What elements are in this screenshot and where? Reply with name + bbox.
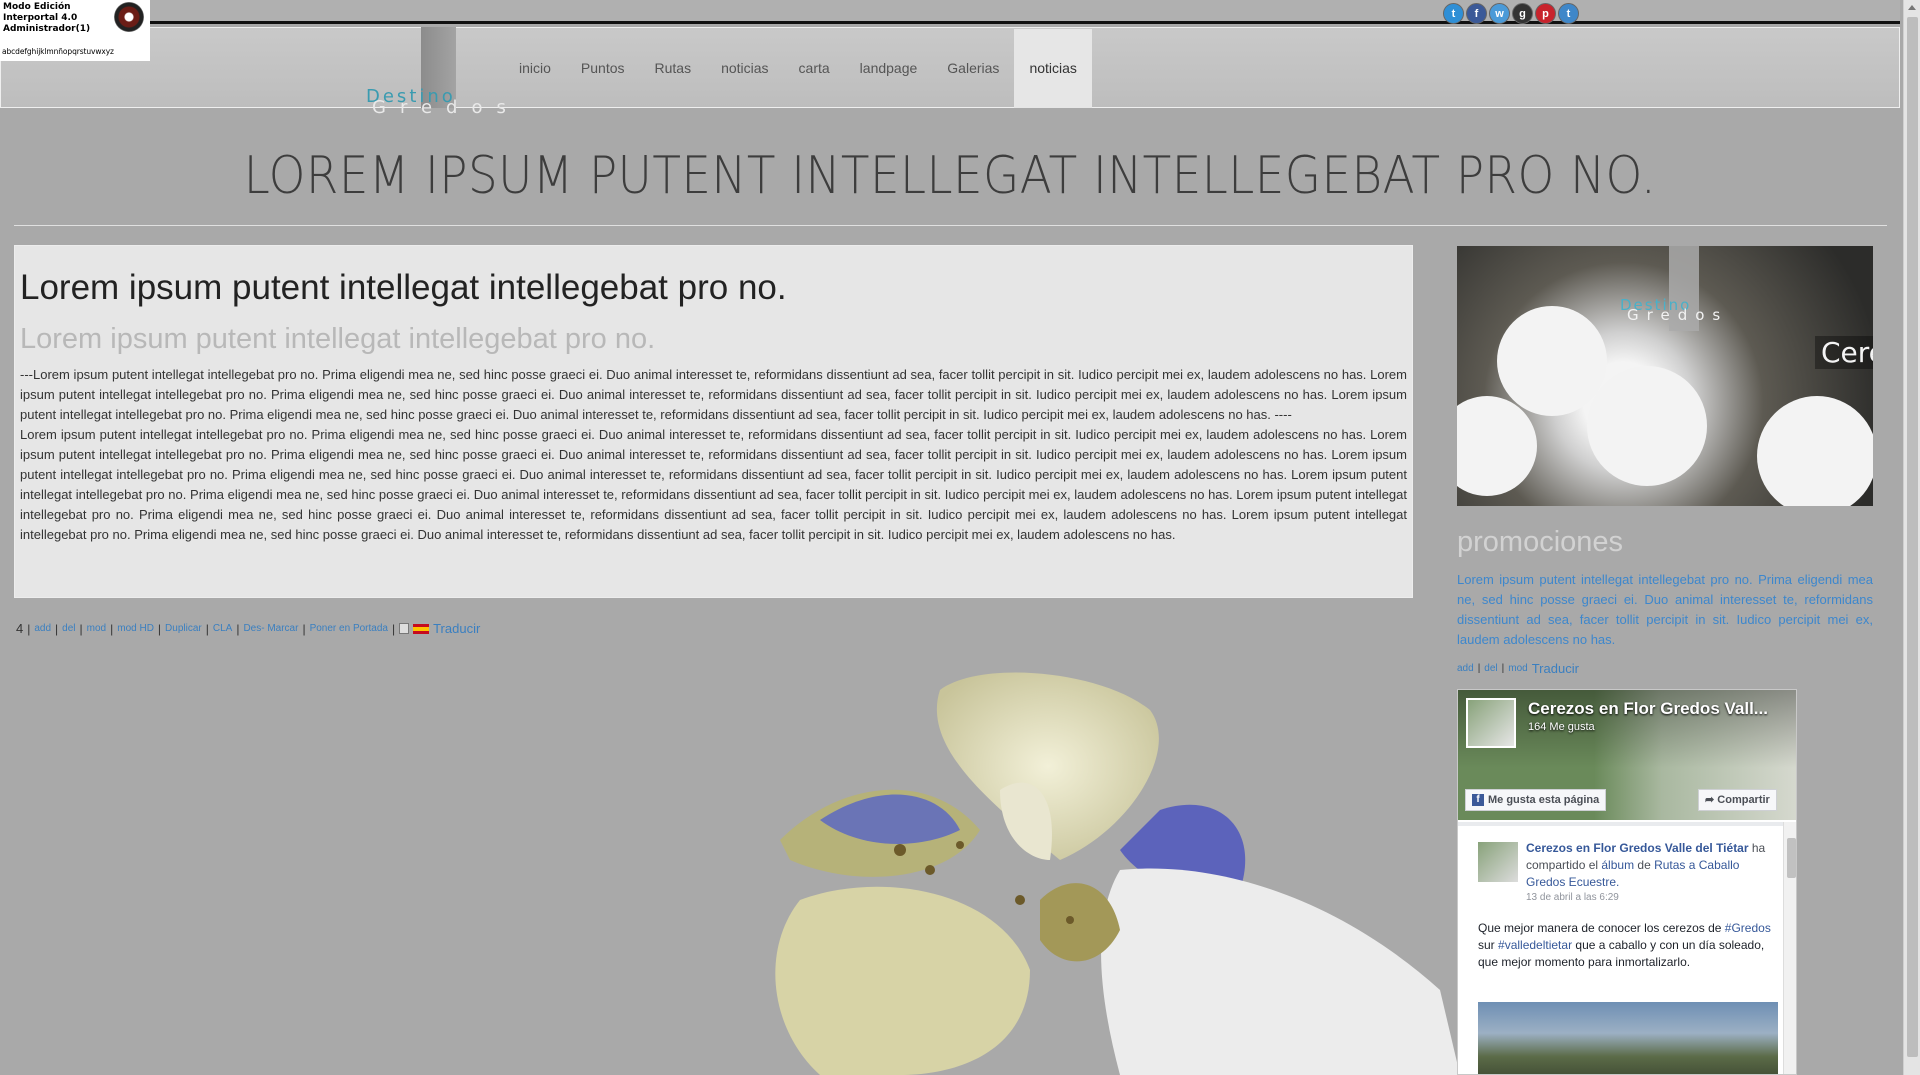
blossom-shape <box>1457 396 1537 496</box>
iris-flower-image <box>775 672 1460 1075</box>
del-link[interactable]: del <box>62 623 75 634</box>
item-count: 4 <box>16 621 24 636</box>
duplicar-link[interactable]: Duplicar <box>165 623 202 634</box>
twitter-bird-icon[interactable]: t <box>1558 3 1579 24</box>
share-arrow-icon: ➦ <box>1705 794 1715 806</box>
nav-item-landpage[interactable]: landpage <box>845 29 933 108</box>
fb-share-button[interactable]: ➦ Compartir <box>1698 789 1777 811</box>
add-link[interactable]: add <box>34 623 51 634</box>
main-nav: inicio Puntos Rutas noticias carta landpage Ga… <box>504 29 1092 108</box>
fb-post-author[interactable]: Cerezos en Flor Gredos Valle del Tiétar <box>1526 841 1749 855</box>
fb-post: Cerezos en Flor Gredos Valle del Tiétar … <box>1458 822 1783 1074</box>
del-link[interactable]: del <box>1484 663 1497 674</box>
nav-item-rutas[interactable]: Rutas <box>640 29 707 108</box>
fb-post-text: Que mejor manera de conocer los cerezos … <box>1478 921 1725 935</box>
fb-post-album-link[interactable]: álbum <box>1601 858 1634 872</box>
separator: | <box>110 621 114 636</box>
fb-hashtag-gredos[interactable]: #Gredos <box>1725 921 1771 935</box>
fb-like-label: Me gusta esta página <box>1488 794 1600 806</box>
desmarcar-link[interactable]: Des- Marcar <box>243 623 298 634</box>
fb-hashtag-valledeltietar[interactable]: #valledeltietar <box>1498 938 1572 952</box>
facebook-icon: f <box>1472 794 1484 806</box>
top-bar <box>0 0 1900 24</box>
blossom-shape <box>1757 396 1873 506</box>
article-subtitle: Lorem ipsum putent intellegat intellegeb… <box>20 323 656 355</box>
traducir-link[interactable]: Traducir <box>1532 661 1579 676</box>
separator: | <box>157 621 162 636</box>
sidebar-admin-links: add | del | mod Traducir <box>1457 661 1579 676</box>
facebook-page-widget: Cerezos en Flor Gredos Vall... 164 Me gu… <box>1457 689 1797 1075</box>
fb-post-photo[interactable] <box>1478 1002 1778 1074</box>
nav-item-noticias[interactable]: noticias <box>706 29 783 108</box>
article-title: Lorem ipsum putent intellegat intellegeb… <box>20 268 787 307</box>
page-scrollbar[interactable] <box>1903 0 1920 1075</box>
sidebar-banner-image[interactable]: Destino Gredos Cere <box>1457 246 1873 506</box>
separator: | <box>27 621 31 636</box>
page-title: LOREM IPSUM PUTENT INTELLEGAT INTELLEGEB… <box>243 146 1657 206</box>
fb-scrollbar[interactable] <box>1783 822 1796 1074</box>
fb-like-count: 164 Me gusta <box>1528 721 1595 733</box>
separator: | <box>391 621 396 636</box>
alphabet-filter[interactable]: abcdefghijklmnñopqrstuvwxyz <box>2 47 114 56</box>
lock-icon[interactable] <box>399 623 410 634</box>
banner-logo-gredos: Gredos <box>1627 306 1729 324</box>
nav-item-carta[interactable]: carta <box>784 29 845 108</box>
nav-item-noticias[interactable]: noticias <box>1014 29 1092 108</box>
page-scroll-thumb[interactable] <box>1907 17 1918 1057</box>
web-icon[interactable]: w <box>1489 3 1510 24</box>
nav-item-puntos[interactable]: Puntos <box>566 29 640 108</box>
mod-link[interactable]: mod <box>1508 663 1527 674</box>
promo-text[interactable]: Lorem ipsum putent intellegat intellegeb… <box>1457 570 1873 650</box>
cla-link[interactable]: CLA <box>213 623 232 634</box>
article-box: Lorem ipsum putent intellegat intellegeb… <box>14 245 1413 598</box>
social-icons: tfwgpt <box>1443 3 1579 24</box>
fb-post-avatar[interactable] <box>1478 842 1518 882</box>
scroll-up-arrow-icon[interactable] <box>1908 5 1916 10</box>
article-admin-links: 4 | add | del | mod | mod HD | Duplicar … <box>16 621 480 636</box>
separator: | <box>236 621 240 636</box>
logo-gredos[interactable]: Gredos <box>372 97 520 118</box>
blossom-shape <box>1497 306 1607 416</box>
separator: | <box>1477 663 1481 674</box>
spain-flag-icon[interactable] <box>413 623 430 634</box>
blossom-shape <box>1587 366 1707 486</box>
fb-post-text: sur <box>1478 938 1499 952</box>
fb-post-connector: de <box>1634 858 1655 872</box>
article-paragraph-2: Lorem ipsum putent intellegat intellegeb… <box>20 427 1407 542</box>
separator: | <box>79 621 83 636</box>
nav-item-inicio[interactable]: inicio <box>504 29 566 108</box>
separator: | <box>302 621 306 636</box>
title-divider <box>14 225 1887 226</box>
fb-scroll-thumb[interactable] <box>1787 838 1796 878</box>
portada-link[interactable]: Poner en Portada <box>310 623 388 634</box>
fb-page-name[interactable]: Cerezos en Flor Gredos Vall... <box>1528 699 1768 719</box>
twitter-icon[interactable]: t <box>1443 3 1464 24</box>
fb-like-button[interactable]: f Me gusta esta página <box>1465 789 1607 811</box>
eye-icon[interactable] <box>114 2 144 32</box>
article-paragraph-1: ---Lorem ipsum putent intellegat intelle… <box>20 367 1407 422</box>
add-link[interactable]: add <box>1457 663 1474 674</box>
separator: | <box>1501 663 1505 674</box>
nav-item-galerias[interactable]: Galerias <box>932 29 1014 108</box>
fb-post-date[interactable]: 13 de abril a las 6:29 <box>1526 892 1619 903</box>
mod-hd-link[interactable]: mod HD <box>117 623 154 634</box>
promo-heading: promociones <box>1457 526 1624 558</box>
mod-link[interactable]: mod <box>87 623 106 634</box>
traducir-link[interactable]: Traducir <box>433 621 480 636</box>
banner-caption: Cere <box>1815 336 1873 369</box>
fb-post-header: Cerezos en Flor Gredos Valle del Tiétar … <box>1526 840 1771 891</box>
admin-edit-panel[interactable]: Modo Edición Interportal 4.0 Administrad… <box>0 0 150 61</box>
fb-post-body: Que mejor manera de conocer los cerezos … <box>1478 920 1778 971</box>
facebook-icon[interactable]: f <box>1466 3 1487 24</box>
google-plus-icon[interactable]: g <box>1512 3 1533 24</box>
pinterest-icon[interactable]: p <box>1535 3 1556 24</box>
fb-page-avatar[interactable] <box>1466 698 1516 748</box>
separator: | <box>55 621 59 636</box>
fb-share-label: Compartir <box>1717 794 1770 806</box>
separator: | <box>205 621 209 636</box>
